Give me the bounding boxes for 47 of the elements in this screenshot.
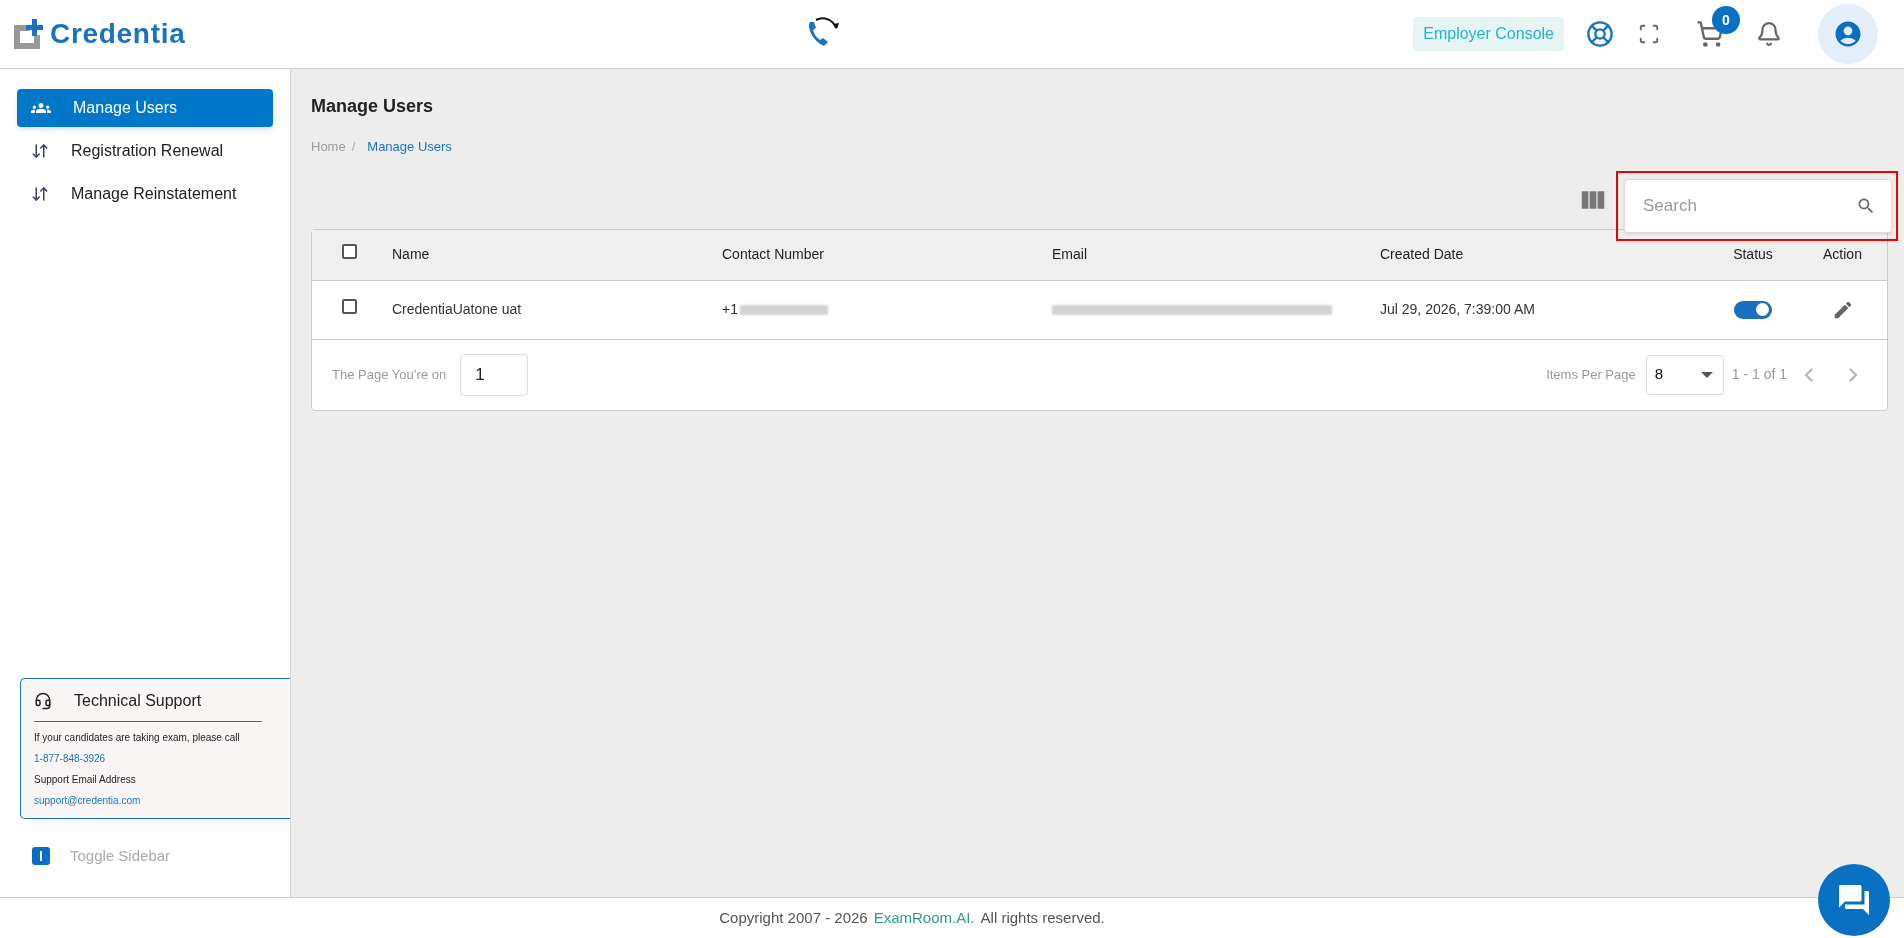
breadcrumb-link[interactable]: Home: [311, 137, 346, 157]
avatar-button[interactable]: [1818, 4, 1878, 64]
support-text: Support Email Address: [34, 772, 137, 787]
status-toggle[interactable]: [1734, 300, 1772, 319]
swap-icon: [31, 185, 49, 203]
copyright-text: Copyright 2007 - 2026: [719, 907, 868, 928]
sidebar-item[interactable]: Manage Users: [17, 89, 273, 127]
dropdown-caret-icon: [1700, 371, 1713, 378]
table-cell-text: CredentiaUatone uat: [392, 300, 523, 319]
column-header: Created Date: [1380, 245, 1465, 264]
logo-icon: [12, 17, 46, 51]
fullscreen-icon[interactable]: [1638, 23, 1660, 45]
sidebar-item[interactable]: Registration Renewal: [17, 132, 273, 170]
cart-count-badge: 0: [1712, 6, 1740, 34]
support-text: If your candidates are taking exam, please call: [34, 730, 241, 745]
sidebar-item[interactable]: Manage Reinstatement: [17, 175, 273, 213]
examroom-link[interactable]: ExamRoom.AI.: [873, 906, 975, 930]
bell-icon[interactable]: [1756, 21, 1782, 47]
headset-icon: [34, 691, 52, 710]
avatar-icon: [1833, 19, 1863, 49]
support-link[interactable]: support@credentia.com: [34, 792, 277, 808]
items-per-page-select[interactable]: 8: [1645, 354, 1724, 395]
breadcrumb-separator: /: [351, 138, 356, 156]
column-header: Status: [1733, 245, 1773, 264]
rights-text: All rights reserved.: [980, 907, 1105, 928]
search-field[interactable]: Search: [1624, 178, 1892, 233]
page-label: The Page You’re on: [332, 365, 447, 384]
swap-icon: [31, 142, 49, 160]
table-cell-text: +1: [722, 300, 738, 319]
column-header: Contact Number: [722, 245, 825, 264]
support-link[interactable]: 1-877-848-3926: [34, 750, 277, 766]
column-header: Action: [1823, 245, 1862, 264]
lifebuoy-icon[interactable]: [1586, 20, 1614, 48]
range-text: 1 - 1 of 1: [1731, 365, 1787, 384]
items-per-page-label: Items Per Page: [1546, 365, 1636, 384]
column-header: Name: [392, 245, 431, 264]
support-title: Technical Support: [74, 690, 202, 711]
cart-icon[interactable]: [1696, 20, 1724, 48]
logo-text: Credentia: [50, 17, 186, 51]
checkbox[interactable]: [342, 244, 357, 259]
page-number-field[interactable]: 1: [460, 353, 529, 396]
checkbox[interactable]: [342, 299, 357, 314]
page-title: Manage Users: [311, 95, 435, 118]
table-cell-text: Jul 29, 2026, 7:39:00 AM: [1380, 300, 1536, 319]
breadcrumb-link[interactable]: Manage Users: [367, 137, 452, 157]
toggle-icon: [32, 846, 50, 865]
column-header: Email: [1052, 245, 1088, 264]
